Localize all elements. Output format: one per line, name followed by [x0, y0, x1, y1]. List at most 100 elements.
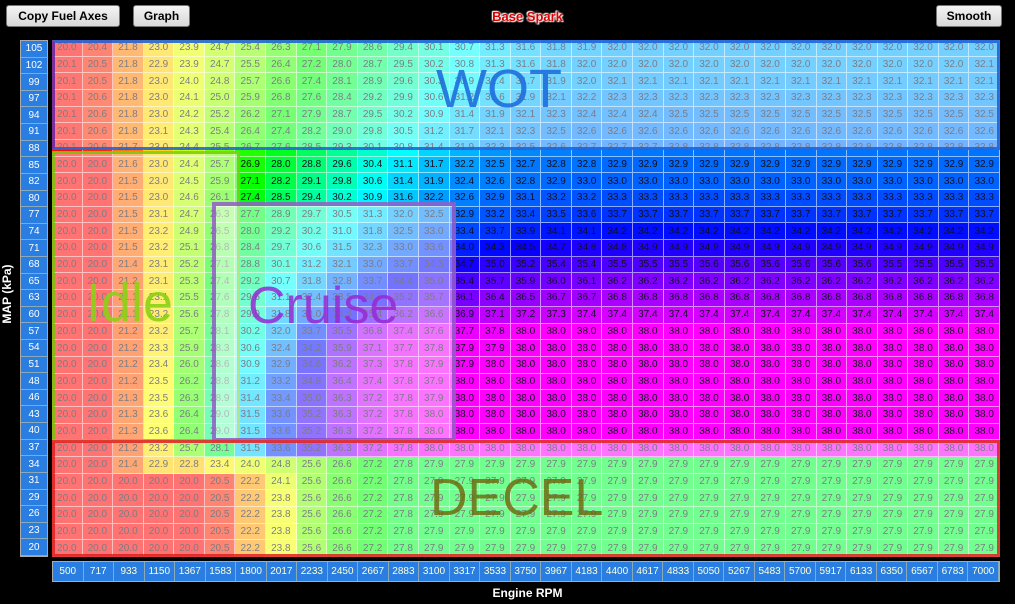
table-cell[interactable]: 34.5 [510, 240, 542, 257]
table-cell[interactable]: 38.0 [908, 323, 939, 341]
table-cell[interactable]: 37.4 [908, 306, 939, 324]
table-cell[interactable]: 32.9 [785, 156, 817, 174]
table-cell[interactable]: 38.0 [938, 406, 970, 424]
table-cell[interactable]: 38.0 [908, 340, 939, 357]
table-cell[interactable]: 27.9 [418, 506, 450, 524]
table-cell[interactable]: 38.0 [877, 340, 909, 357]
table-cell[interactable]: 38.0 [510, 340, 542, 357]
table-cell[interactable]: 33.3 [969, 190, 1000, 207]
table-cell[interactable]: 23.4 [204, 456, 236, 474]
table-cell[interactable]: 33.7 [388, 256, 419, 274]
table-cell[interactable]: 26.3 [204, 206, 236, 224]
table-cell[interactable]: 27.9 [449, 456, 481, 474]
table-cell[interactable]: 23.8 [266, 506, 297, 524]
table-cell[interactable]: 30.5 [327, 206, 358, 224]
table-cell[interactable]: 27.9 [541, 456, 572, 474]
table-cell[interactable]: 36.8 [724, 290, 756, 307]
table-cell[interactable]: 32.5 [694, 106, 725, 124]
table-cell[interactable]: 38.0 [541, 406, 572, 424]
table-cell[interactable]: 27.9 [480, 506, 511, 524]
table-cell[interactable]: 33.4 [449, 223, 481, 241]
table-cell[interactable]: 36.2 [663, 273, 695, 291]
table-cell[interactable]: 33.2 [480, 206, 511, 224]
table-cell[interactable]: 20.0 [113, 473, 144, 491]
table-cell[interactable]: 27.4 [235, 190, 267, 207]
table-cell[interactable]: 23.5 [143, 373, 175, 391]
table-cell[interactable]: 32.3 [480, 140, 511, 157]
table-cell[interactable]: 32.9 [908, 156, 939, 174]
rpm-axis-cell[interactable]: 1150 [144, 562, 176, 581]
table-cell[interactable]: 34.2 [877, 223, 909, 241]
map-axis-cell[interactable]: 99 [21, 74, 47, 91]
table-cell[interactable]: 27.9 [480, 456, 511, 474]
table-cell[interactable]: 33.4 [266, 390, 297, 407]
table-cell[interactable]: 33.7 [938, 206, 970, 224]
table-cell[interactable]: 32.6 [908, 123, 939, 141]
table-cell[interactable]: 20.0 [52, 523, 83, 541]
table-cell[interactable]: 32.0 [388, 206, 419, 224]
table-cell[interactable]: 38.0 [541, 340, 572, 357]
table-cell[interactable]: 20.0 [52, 323, 83, 341]
table-cell[interactable]: 38.0 [449, 390, 481, 407]
table-cell[interactable]: 36.2 [969, 273, 1000, 291]
table-cell[interactable]: 27.6 [266, 140, 297, 157]
table-cell[interactable]: 25.4 [204, 123, 236, 141]
table-cell[interactable]: 34.2 [908, 223, 939, 241]
table-cell[interactable]: 37.4 [633, 306, 664, 324]
table-cell[interactable]: 27.9 [449, 473, 481, 491]
table-cell[interactable]: 34.9 [724, 240, 756, 257]
table-cell[interactable]: 33.0 [938, 173, 970, 191]
table-cell[interactable]: 32.5 [724, 106, 756, 124]
table-cell[interactable]: 38.0 [877, 356, 909, 374]
table-cell[interactable]: 27.9 [694, 540, 725, 557]
table-cell[interactable]: 25.9 [174, 340, 205, 357]
table-cell[interactable]: 21.8 [113, 73, 144, 91]
table-cell[interactable]: 28.2 [266, 173, 297, 191]
table-cell[interactable]: 27.9 [633, 490, 664, 507]
table-cell[interactable]: 27.9 [694, 456, 725, 474]
table-cell[interactable]: 35.4 [449, 273, 481, 291]
table-cell[interactable]: 25.6 [174, 306, 205, 324]
table-cell[interactable]: 30.6 [296, 240, 328, 257]
table-cell[interactable]: 38.0 [785, 340, 817, 357]
map-axis-cell[interactable]: 46 [21, 389, 47, 407]
rpm-axis-cell[interactable]: 5267 [724, 562, 755, 581]
table-cell[interactable]: 21.4 [113, 256, 144, 274]
table-cell[interactable]: 38.0 [633, 440, 664, 457]
table-cell[interactable]: 38.0 [755, 340, 786, 357]
table-cell[interactable]: 20.0 [82, 490, 114, 507]
table-cell[interactable]: 32.3 [510, 123, 542, 141]
table-cell[interactable]: 38.0 [510, 440, 542, 457]
table-cell[interactable]: 27.9 [541, 506, 572, 524]
table-cell[interactable]: 21.2 [113, 440, 144, 457]
table-cell[interactable]: 27.9 [755, 473, 786, 491]
table-cell[interactable]: 33.0 [908, 173, 939, 191]
table-cell[interactable]: 32.1 [663, 73, 695, 91]
table-cell[interactable]: 23.1 [143, 123, 175, 141]
table-cell[interactable]: 21.3 [113, 423, 144, 441]
table-cell[interactable]: 31.4 [480, 73, 511, 91]
table-cell[interactable]: 28.5 [266, 190, 297, 207]
table-cell[interactable]: 23.8 [266, 523, 297, 541]
table-cell[interactable]: 38.0 [969, 406, 1000, 424]
map-axis-cell[interactable]: 91 [21, 124, 47, 141]
table-cell[interactable]: 32.8 [724, 140, 756, 157]
table-cell[interactable]: 38.0 [510, 390, 542, 407]
table-cell[interactable]: 35.7 [418, 290, 450, 307]
table-cell[interactable]: 27.9 [785, 523, 817, 541]
table-cell[interactable]: 27.9 [724, 506, 756, 524]
table-cell[interactable]: 31.0 [327, 223, 358, 241]
table-cell[interactable]: 31.7 [449, 123, 481, 141]
table-cell[interactable]: 32.0 [633, 40, 664, 57]
table-cell[interactable]: 37.8 [480, 323, 511, 341]
table-cell[interactable]: 28.7 [327, 106, 358, 124]
table-cell[interactable]: 30.2 [388, 106, 419, 124]
table-cell[interactable]: 31.6 [510, 40, 542, 57]
table-cell[interactable]: 37.4 [724, 306, 756, 324]
table-cell[interactable]: 32.1 [602, 73, 634, 91]
table-cell[interactable]: 25.6 [296, 456, 328, 474]
table-cell[interactable]: 20.0 [82, 423, 114, 441]
table-cell[interactable]: 20.0 [52, 340, 83, 357]
table-cell[interactable]: 34.2 [602, 223, 634, 241]
table-cell[interactable]: 38.0 [663, 323, 695, 341]
